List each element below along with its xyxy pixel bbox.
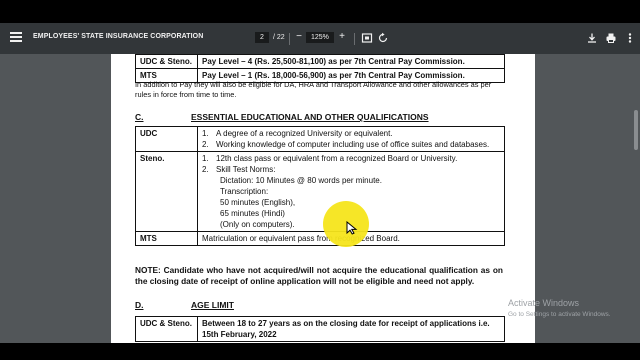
age-limit-table: UDC & Steno. Between 18 to 27 years as o…: [135, 316, 505, 342]
pdf-page: UDC & Steno. Pay Level – 4 (Rs. 25,500-8…: [111, 54, 535, 343]
scrollbar-thumb[interactable]: [634, 110, 638, 150]
table-row: UDC & Steno. Between 18 to 27 years as o…: [135, 316, 505, 342]
rotate-icon[interactable]: [377, 32, 389, 44]
pdf-toolbar: EMPLOYEES' STATE INSURANCE CORPORATION 2…: [0, 23, 640, 54]
letterbox-bottom: [0, 343, 640, 360]
zoom-out-button[interactable]: −: [293, 31, 305, 43]
activation-watermark: Activate Windows Go to Settings to activ…: [508, 298, 611, 318]
table-cell: UDC: [135, 126, 198, 152]
table-cell: UDC & Steno.: [135, 54, 198, 69]
watermark-subtitle: Go to Settings to activate Windows.: [508, 311, 611, 318]
table-row: MTS Matriculation or equivalent pass fro…: [135, 231, 505, 246]
table-row: UDC 1. A degree of a recognized Universit…: [135, 126, 505, 152]
skill-norm-line: Dictation: 10 Minutes @ 80 words per min…: [220, 176, 382, 185]
mouse-cursor-icon: [346, 221, 358, 235]
allowance-note: In addition to Pay they will also be eli…: [135, 80, 492, 99]
list-item: 1. 12th class pass or equivalent from a r…: [202, 154, 458, 163]
print-icon[interactable]: [605, 32, 617, 44]
table-cell: Pay Level – 4 (Rs. 25,500-81,100) as per…: [197, 54, 505, 69]
page-indicator: 2 / 22: [255, 32, 285, 43]
table-cell: UDC & Steno.: [135, 316, 198, 342]
section-letter: D.: [135, 300, 144, 310]
page-number-input[interactable]: 2: [255, 32, 269, 43]
fit-page-icon[interactable]: [361, 32, 373, 44]
zoom-in-button[interactable]: +: [336, 31, 348, 43]
page-total: / 22: [273, 34, 285, 41]
list-item: 2. Skill Test Norms:: [202, 165, 276, 174]
table-cell: 1. A degree of a recognized University or…: [197, 126, 505, 152]
toolbar-divider: [289, 33, 290, 45]
section-heading: AGE LIMIT: [191, 300, 234, 310]
list-item: 2. Working knowledge of computer includin…: [202, 140, 490, 149]
document-title: EMPLOYEES' STATE INSURANCE CORPORATION: [33, 33, 204, 40]
table-cell: Between 18 to 27 years as on the closing…: [197, 316, 505, 342]
table-cell: Steno.: [135, 151, 198, 232]
pay-level-table: UDC & Steno. Pay Level – 4 (Rs. 25,500-8…: [135, 54, 505, 83]
qualifications-table: UDC 1. A degree of a recognized Universit…: [135, 126, 505, 246]
list-item: 1. A degree of a recognized University or…: [202, 129, 393, 138]
skill-norm-line: Transcription:: [220, 187, 269, 196]
section-heading: ESSENTIAL EDUCATIONAL AND OTHER QUALIFIC…: [191, 112, 429, 122]
letterbox-top: [0, 0, 640, 23]
toolbar-divider: [354, 33, 355, 45]
table-cell: MTS: [135, 231, 198, 246]
table-row: Steno. 1. 12th class pass or equivalent f…: [135, 151, 505, 232]
more-vert-icon[interactable]: [624, 32, 636, 44]
section-letter: C.: [135, 112, 144, 122]
download-icon[interactable]: [586, 32, 598, 44]
watermark-title: Activate Windows: [508, 298, 580, 308]
zoom-level-input[interactable]: 125%: [306, 32, 334, 43]
eligibility-note: NOTE: Candidate who have not acquired/wi…: [135, 265, 503, 286]
menu-icon[interactable]: [10, 32, 22, 44]
table-row: UDC & Steno. Pay Level – 4 (Rs. 25,500-8…: [135, 54, 505, 69]
